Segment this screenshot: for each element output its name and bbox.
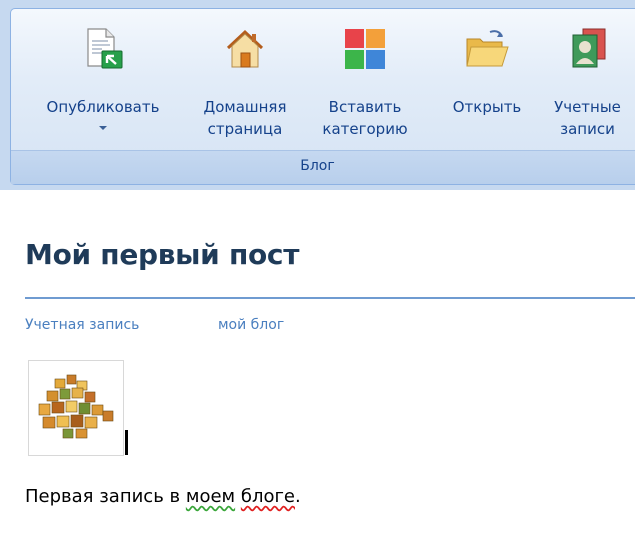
- blog-name-link[interactable]: мой блог: [218, 317, 284, 333]
- publish-button[interactable]: Опубликовать: [24, 12, 182, 157]
- ribbon: Опубликовать Домашняя страница Вставить …: [0, 0, 635, 190]
- open-label: Открыть: [452, 98, 522, 116]
- publish-label: Опубликовать: [46, 98, 160, 116]
- accounts-label-line1: Учетные: [554, 98, 621, 116]
- open-button[interactable]: Открыть: [440, 12, 534, 157]
- insert-category-label-line2: категорию: [322, 120, 408, 138]
- categories-icon: [345, 29, 385, 69]
- post-body[interactable]: Первая запись в моем блоге.: [25, 486, 301, 507]
- publish-icon: [87, 28, 123, 69]
- accounts-button[interactable]: Учетные записи: [540, 12, 635, 157]
- chevron-down-icon[interactable]: [99, 126, 107, 130]
- text-caret: [125, 430, 128, 455]
- home-page-button[interactable]: Домашняя страница: [186, 12, 304, 157]
- body-word-bloge: блоге: [240, 486, 295, 507]
- home-icon: [226, 29, 264, 68]
- accounts-icon: [572, 28, 605, 68]
- home-page-label-line2: страница: [207, 120, 283, 138]
- insert-category-button[interactable]: Вставить категорию: [310, 12, 420, 157]
- body-period: .: [295, 486, 301, 507]
- home-page-label-line1: Домашняя: [203, 98, 287, 116]
- insert-category-label-line1: Вставить: [328, 98, 402, 116]
- title-divider: [25, 297, 635, 299]
- account-link[interactable]: Учетная запись: [25, 317, 139, 333]
- open-folder-icon: [466, 30, 509, 67]
- body-text-part1: Первая запись в: [25, 486, 186, 507]
- accounts-label-line2: записи: [560, 120, 615, 138]
- food-cubes-image: [38, 374, 114, 439]
- body-word-moem: моем: [185, 486, 236, 507]
- post-image[interactable]: [28, 360, 124, 456]
- group-label-blog: Блог: [300, 158, 335, 174]
- post-title[interactable]: Мой первый пост: [25, 238, 299, 271]
